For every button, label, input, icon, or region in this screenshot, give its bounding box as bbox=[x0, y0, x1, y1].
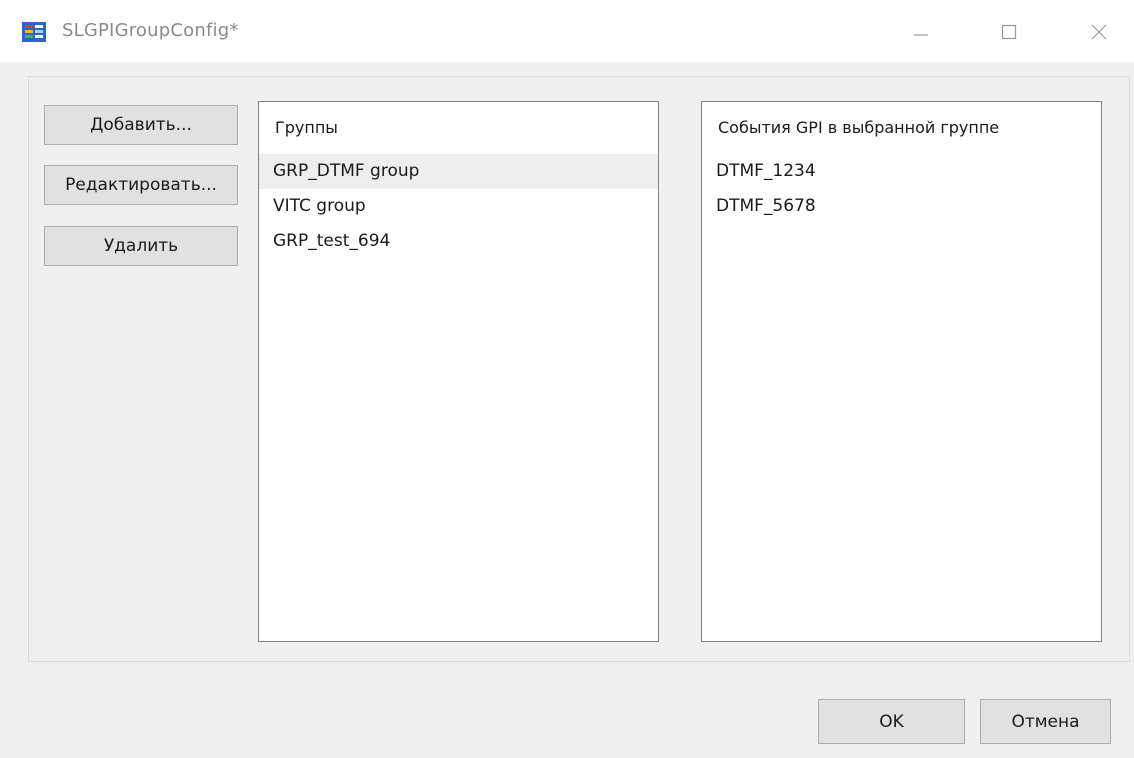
app-icon bbox=[22, 20, 46, 44]
delete-button[interactable]: Удалить bbox=[44, 226, 238, 266]
list-item[interactable]: DTMF_5678 bbox=[702, 189, 1101, 224]
window-title: SLGPIGroupConfig* bbox=[62, 20, 239, 41]
add-button[interactable]: Добавить... bbox=[44, 105, 238, 145]
list-item[interactable]: VITC group bbox=[259, 189, 658, 224]
groups-list[interactable]: Группы GRP_DTMF group VITC group GRP_tes… bbox=[258, 101, 659, 642]
groups-list-header: Группы bbox=[275, 118, 338, 137]
list-item[interactable]: GRP_test_694 bbox=[259, 224, 658, 259]
events-list-header: События GPI в выбранной группе bbox=[702, 102, 1101, 154]
close-icon bbox=[1091, 24, 1107, 40]
edit-button[interactable]: Редактировать... bbox=[44, 165, 238, 205]
cancel-button[interactable]: Отмена bbox=[980, 699, 1111, 744]
maximize-button[interactable] bbox=[986, 12, 1032, 52]
maximize-icon bbox=[1001, 24, 1017, 40]
minimize-button[interactable] bbox=[898, 12, 944, 52]
list-item[interactable]: GRP_DTMF group bbox=[259, 154, 658, 189]
close-button[interactable] bbox=[1076, 12, 1122, 52]
list-item[interactable]: DTMF_1234 bbox=[702, 154, 1101, 189]
events-list[interactable]: События GPI в выбранной группе DTMF_1234… bbox=[701, 101, 1102, 642]
minimize-icon bbox=[914, 34, 928, 36]
title-bar: SLGPIGroupConfig* bbox=[0, 0, 1134, 62]
ok-button[interactable]: OK bbox=[818, 699, 965, 744]
